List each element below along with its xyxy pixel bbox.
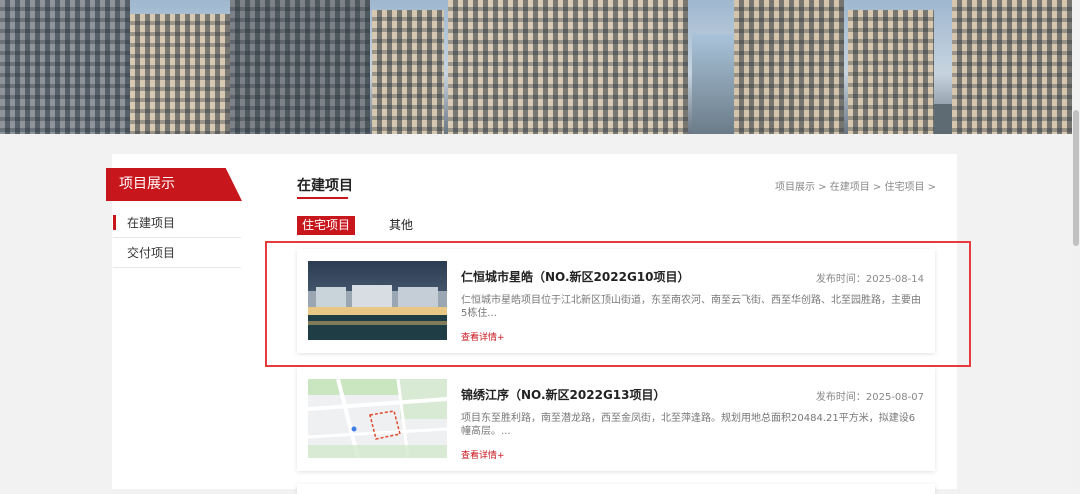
bridge-image xyxy=(692,34,734,134)
page-title: 在建项目 xyxy=(297,178,353,194)
building-image xyxy=(448,0,688,134)
building-image xyxy=(0,0,130,134)
building-image xyxy=(934,104,952,134)
hero-banner xyxy=(0,0,1072,134)
project-title[interactable]: 锦绣江序（NO.新区2022G13项目） xyxy=(461,386,666,403)
building-image xyxy=(130,14,230,134)
sidebar-item-under-construction[interactable]: 在建项目 xyxy=(113,208,241,238)
building-image xyxy=(230,0,370,134)
building-image xyxy=(848,10,934,134)
sidebar-title: 项目展示 xyxy=(106,168,242,201)
highlight-box xyxy=(265,241,971,367)
building-image xyxy=(372,10,444,134)
building-image xyxy=(952,0,1072,134)
scrollbar-thumb[interactable] xyxy=(1073,110,1079,246)
view-details-link[interactable]: 查看详情+ xyxy=(461,448,505,461)
project-item[interactable]: 锦绣江序（NO.新区2022G13项目） 发布时间：2025-08-07 项目东… xyxy=(297,367,935,471)
project-description: 项目东至胜利路，南至潜龙路，西至金凤街，北至萍逢路。规划用地总面积20484.2… xyxy=(461,413,916,437)
publish-date: 发布时间：2025-08-07 xyxy=(815,392,924,403)
project-item[interactable] xyxy=(297,484,935,494)
breadcrumb[interactable]: 项目展示 > 在建项目 > 住宅项目 > xyxy=(775,178,936,193)
page-scrollbar[interactable] xyxy=(1072,0,1080,489)
project-thumbnail[interactable] xyxy=(308,379,447,458)
tab-other[interactable]: 其他 xyxy=(384,216,418,235)
title-underline xyxy=(297,197,348,199)
building-image xyxy=(734,0,844,134)
tab-residential[interactable]: 住宅项目 xyxy=(297,216,356,235)
sidebar-item-delivered[interactable]: 交付项目 xyxy=(113,238,241,268)
